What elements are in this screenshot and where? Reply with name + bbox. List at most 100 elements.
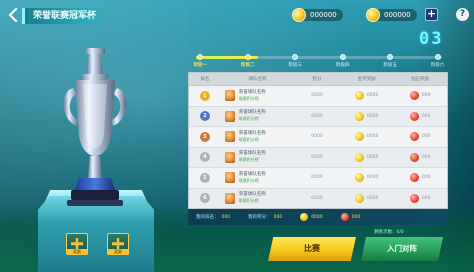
- gem-reward-value: 000: [421, 134, 431, 140]
- gem-reward-cell: 000: [393, 91, 447, 101]
- gold-reward-cell: 0000: [340, 152, 394, 162]
- my-rank-value: 000: [221, 214, 231, 220]
- progress-step-label: 阶段四: [335, 63, 350, 68]
- chevron-left-icon: [8, 8, 18, 22]
- team-subtitle: 联赛积分榜: [238, 198, 259, 204]
- table-row[interactable]: 2 荣誉球队名称 联赛积分榜 0000 0000 000: [189, 107, 447, 127]
- score-cell: 0000: [311, 93, 323, 99]
- reward-box-1[interactable]: 奖励: [66, 233, 88, 255]
- my-stats-bar: 我的排名： 000 我的积分： 000 0000 000: [188, 209, 448, 225]
- team-logo-icon: [224, 131, 235, 143]
- gem-icon: [409, 173, 419, 183]
- add-currency-button[interactable]: +: [425, 8, 438, 21]
- gem-icon: [340, 213, 349, 221]
- rank-badge: 1: [199, 90, 210, 101]
- gold-reward-cell: 0000: [340, 132, 394, 142]
- team-logo-icon: [224, 172, 235, 184]
- progress-step-label: 阶段三: [288, 63, 303, 68]
- rank-badge: 2: [199, 111, 210, 122]
- coin-icon: [366, 8, 380, 22]
- my-score-value: 000: [273, 214, 283, 220]
- back-button[interactable]: [6, 7, 20, 23]
- gem-reward-value: 000: [421, 154, 431, 160]
- rank-cell: 3: [189, 131, 221, 142]
- team-subtitle: 联赛积分榜: [238, 177, 259, 183]
- team-name: 荣誉球队名称: [238, 89, 266, 95]
- rank-cell: 1: [189, 90, 221, 101]
- score-cell: 0000: [311, 154, 323, 160]
- currency-a: 000000: [292, 8, 343, 22]
- gem-icon: [409, 91, 419, 101]
- progress-step-dot: [339, 54, 346, 60]
- team-name: 荣誉球队名称: [238, 171, 266, 177]
- gold-coin-icon: [300, 213, 309, 221]
- rank-badge: 3: [199, 131, 210, 142]
- score-cell: 0000: [311, 113, 323, 119]
- team-logo-icon: [224, 90, 235, 102]
- header-score: 积分: [312, 77, 322, 82]
- header-gold: 金币奖励: [357, 77, 376, 82]
- gold-reward-value: 0000: [366, 93, 379, 99]
- gem-reward-value: 000: [421, 113, 431, 119]
- coin-icon: [292, 8, 306, 22]
- currency-b: 000000: [366, 8, 417, 22]
- ranking-table: 排名 球队名称 积分 金币奖励 钻石奖励 1 荣誉球队名称 联赛积分榜 0000 000…: [188, 72, 448, 209]
- gem-reward-value: 000: [421, 93, 431, 99]
- entry-match-button[interactable]: 入门对阵: [361, 237, 443, 261]
- table-row[interactable]: 6 荣誉球队名称 联赛积分榜 0000 0000 000: [189, 189, 447, 209]
- gem-reward-cell: 000: [393, 152, 447, 162]
- score-cell: 0000: [311, 195, 323, 201]
- team-cell: 荣誉球队名称 联赛积分榜: [221, 192, 294, 204]
- gold-coin-icon: [354, 152, 364, 162]
- progress-step-dot: [292, 54, 299, 60]
- my-gold-value: 0000: [311, 214, 323, 220]
- gold-reward-cell: 0000: [340, 91, 394, 101]
- remaining-attempts: 剩余次数：0/0: [374, 230, 404, 235]
- reward-box-2-label: 奖励: [108, 249, 128, 255]
- table-row[interactable]: 1 荣誉球队名称 联赛积分榜 0000 0000 000: [189, 86, 447, 107]
- rank-badge: 4: [199, 152, 210, 163]
- team-subtitle: 联赛积分榜: [238, 136, 259, 142]
- team-subtitle: 联赛积分榜: [238, 95, 259, 101]
- trophy-icon: [63, 48, 127, 206]
- table-row[interactable]: 5 荣誉球队名称 联赛积分榜 0000 0000 000: [189, 168, 447, 189]
- gold-reward-value: 0000: [366, 154, 379, 160]
- gold-reward-value: 0000: [366, 195, 379, 201]
- reward-box-2[interactable]: 奖励: [107, 233, 129, 255]
- gem-icon: [409, 152, 419, 162]
- team-subtitle: 联赛积分榜: [238, 116, 259, 122]
- gold-reward-cell: 0000: [340, 111, 394, 121]
- team-name: 荣誉球队名称: [238, 130, 266, 136]
- gem-icon: [409, 132, 419, 142]
- my-score-label: 我的积分：: [248, 215, 271, 220]
- gold-reward-value: 0000: [366, 175, 379, 181]
- progress-step-dot: [434, 54, 441, 60]
- match-button[interactable]: 比赛: [268, 237, 356, 261]
- stage-progress: 阶段一 阶段二 阶段三 阶段四 阶段五 阶段六: [190, 50, 448, 72]
- rank-cell: 2: [189, 111, 221, 122]
- table-row[interactable]: 4 荣誉球队名称 联赛积分榜 0000 0000 000: [189, 148, 447, 168]
- progress-step-dot: [244, 54, 251, 60]
- progress-track: [196, 56, 442, 59]
- table-row[interactable]: 3 荣誉球队名称 联赛积分榜 0000 0000 000: [189, 127, 447, 148]
- rank-cell: 4: [189, 152, 221, 163]
- table-header: 排名 球队名称 积分 金币奖励 钻石奖励: [189, 73, 447, 86]
- rank-cell: 5: [189, 172, 221, 183]
- gem-reward-cell: 000: [393, 111, 447, 121]
- progress-step-label: 阶段五: [383, 63, 397, 68]
- gem-reward-cell: 000: [393, 193, 447, 203]
- team-cell: 荣誉球队名称 联赛积分榜: [221, 172, 294, 184]
- header-rank: 排名: [200, 77, 210, 82]
- table-body: 1 荣誉球队名称 联赛积分榜 0000 0000 000 2 荣誉球队名称 联赛积分榜 0000 0…: [189, 86, 447, 209]
- team-cell: 荣誉球队名称 联赛积分榜: [221, 110, 294, 122]
- currency-b-amount: 000000: [375, 9, 417, 21]
- gold-reward-value: 0000: [366, 134, 379, 140]
- help-button[interactable]: ?: [456, 8, 469, 21]
- progress-step-label: 阶段二: [241, 63, 255, 68]
- progress-step-dot: [387, 54, 394, 60]
- rank-cell: 6: [189, 193, 221, 204]
- score-cell: 0000: [311, 175, 323, 181]
- progress-step-label: 阶段一: [193, 63, 208, 68]
- header-team: 球队名称: [248, 77, 267, 82]
- gold-coin-icon: [354, 91, 364, 101]
